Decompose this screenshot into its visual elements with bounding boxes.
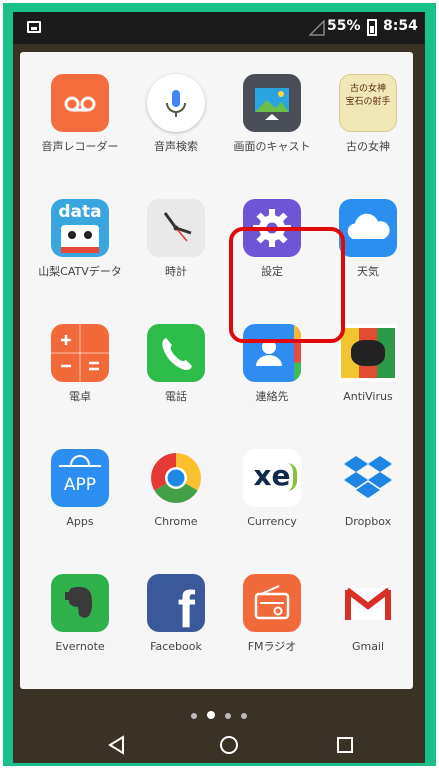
apps-store-icon: APP: [51, 449, 109, 507]
app-clock[interactable]: 時計: [128, 199, 224, 279]
icon-logo-text: f: [177, 581, 195, 632]
app-calculator[interactable]: 電卓: [32, 324, 128, 404]
app-label: 山梨CATVデータ: [38, 265, 122, 278]
icon-logo-text: 古の女神 宝石の射手: [345, 84, 391, 107]
app-label: Currency: [247, 515, 297, 528]
app-label: Dropbox: [344, 515, 392, 528]
screen-cast-icon: [243, 74, 301, 132]
app-label: Apps: [66, 515, 94, 528]
app-label: Evernote: [55, 640, 105, 653]
app-voice-search[interactable]: 音声検索: [128, 74, 224, 154]
page-dot-current[interactable]: [207, 711, 215, 719]
app-dropbox[interactable]: Dropbox: [320, 449, 416, 529]
clock-icon: [147, 199, 205, 257]
signal-icon: [309, 20, 325, 36]
back-icon[interactable]: [105, 733, 129, 757]
app-facebook[interactable]: f Facebook: [128, 574, 224, 654]
app-label: 連絡先: [255, 390, 289, 403]
icon-logo-text: data: [58, 202, 102, 222]
page-dot[interactable]: [225, 713, 231, 719]
app-yamanashi-catv[interactable]: data 山梨CATVデータ: [32, 199, 128, 279]
app-label: FMラジオ: [247, 640, 297, 653]
page-dot[interactable]: [241, 713, 247, 719]
voice-search-icon: [147, 74, 205, 132]
image-notification-icon: [27, 21, 41, 33]
status-bar: 55% 8:54: [13, 12, 425, 44]
clock-time: 8:54: [383, 18, 418, 34]
navigation-bar: [13, 723, 425, 763]
yamanashi-catv-data-icon: data: [51, 199, 109, 257]
app-label: 画面のキャスト: [233, 140, 311, 153]
icon-logo-text: APP: [63, 475, 97, 495]
app-label: Facebook: [150, 640, 202, 653]
app-gmail[interactable]: Gmail: [320, 574, 416, 654]
chrome-icon: [147, 449, 205, 507]
app-fm-radio[interactable]: FMラジオ: [224, 574, 320, 654]
phone-screen: 55% 8:54 音声レコーダー 音声検索 画面のキャスト 古の女神 宝石の射手: [13, 12, 425, 763]
app-screen-cast[interactable]: 画面のキャスト: [224, 74, 320, 154]
app-label: 時計: [165, 265, 187, 278]
app-label: 電卓: [69, 390, 91, 403]
calculator-icon: [51, 324, 109, 382]
app-label: 音声レコーダー: [41, 140, 119, 153]
app-label: 音声検索: [154, 140, 198, 153]
app-evernote[interactable]: Evernote: [32, 574, 128, 654]
avg-antivirus-icon: [339, 324, 397, 382]
settings-highlight-box: [229, 227, 345, 343]
gmail-icon: [339, 574, 397, 632]
battery-percent: 55%: [327, 18, 361, 34]
app-label: 古の女神: [346, 140, 390, 153]
page-indicator: [13, 704, 425, 723]
app-currency[interactable]: xe Currency: [224, 449, 320, 529]
weather-icon: [339, 199, 397, 257]
app-apps[interactable]: APP Apps: [32, 449, 128, 529]
app-drawer: 音声レコーダー 音声検索 画面のキャスト 古の女神 宝石の射手 古の女神 dat…: [20, 52, 413, 689]
xe-currency-icon: xe: [243, 449, 301, 507]
app-label: Gmail: [351, 640, 385, 653]
app-label: 電話: [165, 390, 187, 403]
app-phone[interactable]: 電話: [128, 324, 224, 404]
dropbox-icon: [339, 449, 397, 507]
inishie-megami-icon: 古の女神 宝石の射手: [339, 74, 397, 132]
recents-icon[interactable]: [333, 733, 357, 757]
app-inishie-megami[interactable]: 古の女神 宝石の射手 古の女神: [320, 74, 416, 154]
app-voice-recorder[interactable]: 音声レコーダー: [32, 74, 128, 154]
battery-icon: [367, 19, 377, 36]
fm-radio-icon: [243, 574, 301, 632]
app-label: AntiVirus: [343, 390, 393, 403]
evernote-icon: [51, 574, 109, 632]
phone-icon: [147, 324, 205, 382]
voice-recorder-icon: [51, 74, 109, 132]
app-label: Chrome: [154, 515, 198, 528]
page-dot[interactable]: [191, 713, 197, 719]
app-chrome[interactable]: Chrome: [128, 449, 224, 529]
home-icon[interactable]: [217, 733, 241, 757]
facebook-icon: f: [147, 574, 205, 632]
